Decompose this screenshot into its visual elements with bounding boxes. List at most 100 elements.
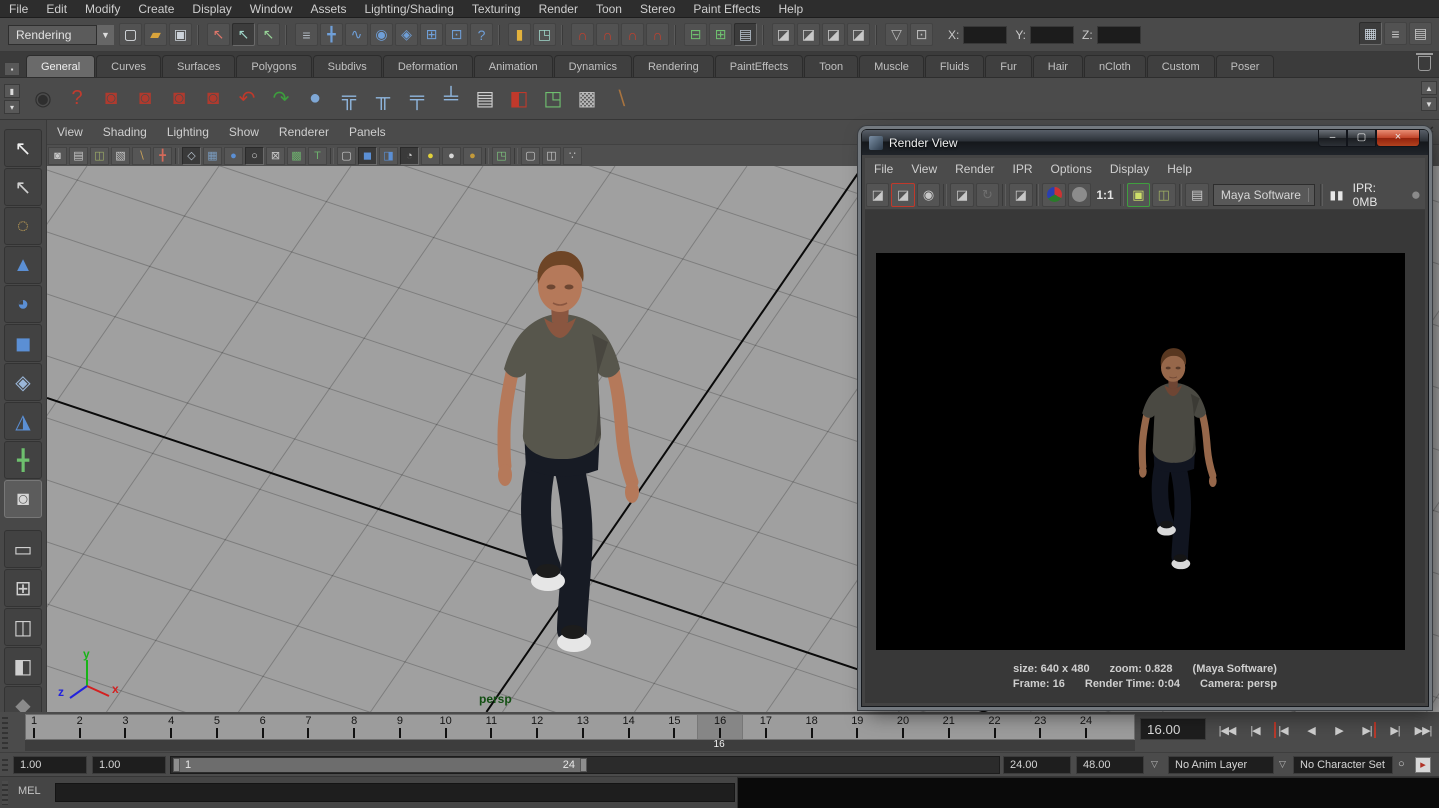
step-forward-key-button[interactable]: ▶| [1382, 717, 1408, 743]
unparent-icon[interactable]: ╧ [435, 83, 467, 115]
render-region-icon[interactable]: ◪ [1009, 183, 1032, 207]
ungroup-icon[interactable]: ╥ [367, 83, 399, 115]
shelf-tab-surfaces[interactable]: Surfaces [162, 55, 235, 77]
refresh-ipr-icon[interactable]: ↻ [976, 183, 999, 207]
menu-display[interactable]: Display [183, 0, 240, 18]
render-menu-file[interactable]: File [865, 160, 902, 178]
command-input[interactable] [55, 783, 735, 802]
playback-range-bar[interactable]: 1 24 [173, 758, 587, 772]
light-gold-icon[interactable]: ● [463, 147, 482, 165]
shelf-tab-muscle[interactable]: Muscle [859, 55, 924, 77]
lasso-tool-icon[interactable]: ↖ [4, 168, 42, 206]
outliner-persp-layout-icon[interactable]: ◫ [4, 608, 42, 646]
hypergraph-persp-layout-icon[interactable]: ◧ [4, 647, 42, 685]
shaded-sphere-icon[interactable]: ● [224, 147, 243, 165]
shadows-icon[interactable]: ◔ [400, 147, 419, 165]
snap-to-projected-center-icon[interactable]: ◈ [395, 23, 418, 46]
range-end-handle[interactable] [580, 758, 587, 772]
range-track[interactable]: 1 24 [170, 756, 1000, 774]
light-white-icon[interactable]: ● [442, 147, 461, 165]
animation-start-input[interactable] [13, 756, 87, 774]
share-nodes-icon[interactable]: ∵ [563, 147, 582, 165]
paint-brush-icon[interactable]: ∖ [605, 83, 637, 115]
render-menu-render[interactable]: Render [946, 160, 1003, 178]
render-menu-ipr[interactable]: IPR [1004, 160, 1042, 178]
panel-menu-panels[interactable]: Panels [339, 123, 396, 141]
lighting-all-icon[interactable]: ◨ [379, 147, 398, 165]
shelf-scroll-up-icon[interactable]: ▲ [1421, 81, 1437, 95]
play-backwards-button[interactable]: ◀ [1298, 717, 1324, 743]
menu-render[interactable]: Render [530, 0, 587, 18]
shelf-tab-animation[interactable]: Animation [474, 55, 553, 77]
pane-toggle-icon[interactable]: ◫ [542, 147, 561, 165]
shelf-scroll-down-icon[interactable]: ▼ [1421, 97, 1437, 111]
show-manipulator-icon[interactable]: ╋ [4, 441, 42, 479]
snap-magnet-curve-icon[interactable]: ∩ [596, 23, 619, 46]
isolate-select-icon[interactable]: ◳ [492, 147, 511, 165]
display-render-settings-icon[interactable]: ◪ [847, 23, 870, 46]
new-scene-icon[interactable]: ▢ [119, 23, 142, 46]
universal-manipulator-icon[interactable]: ◈ [4, 363, 42, 401]
shelf-trash-icon[interactable] [1418, 56, 1431, 71]
open-scene-icon[interactable]: ▰ [144, 23, 167, 46]
playback-end-input[interactable] [1003, 756, 1071, 774]
group-icon[interactable]: ╦ [333, 83, 365, 115]
maximize-button[interactable]: ▢ [1347, 130, 1376, 147]
panel-menu-show[interactable]: Show [219, 123, 269, 141]
shelf-tab-polygons[interactable]: Polygons [236, 55, 311, 77]
go-to-start-button[interactable]: |◀◀ [1214, 717, 1240, 743]
menu-window[interactable]: Window [241, 0, 302, 18]
auto-keyframe-icon[interactable]: ▸ [1415, 757, 1431, 773]
minimize-button[interactable]: – [1318, 130, 1347, 147]
playback-start-input[interactable] [92, 756, 166, 774]
command-language-label[interactable]: MEL [18, 785, 41, 797]
menu-stereo[interactable]: Stereo [631, 0, 684, 18]
shelf-menu-icon[interactable]: ▪ [4, 62, 20, 76]
timeline-grip[interactable] [2, 714, 8, 750]
ipr-render-icon[interactable]: ◪ [822, 23, 845, 46]
paint-selection-tool-icon[interactable]: ◌ [4, 207, 42, 245]
y-input[interactable] [1030, 26, 1074, 44]
rotate-tool-icon[interactable]: ◕ [4, 285, 42, 323]
select-hierarchy-mode-icon[interactable]: ↖ [207, 23, 230, 46]
camera-dolly-icon[interactable]: ◙ [163, 83, 195, 115]
menu-help[interactable]: Help [770, 0, 813, 18]
lighting-default-icon[interactable]: ◼ [358, 147, 377, 165]
move-tool-icon[interactable]: ▲ [4, 246, 42, 284]
redo-previous-render-icon[interactable]: ◪ [891, 183, 914, 207]
parent-icon[interactable]: ╤ [401, 83, 433, 115]
light-yellow-icon[interactable]: ● [421, 147, 440, 165]
stop-ipr-icon[interactable]: ● [1411, 185, 1421, 205]
bookmarks-icon[interactable]: ◫ [90, 147, 109, 165]
select-by-name-icon[interactable]: ⊡ [910, 23, 933, 46]
menu-edit[interactable]: Edit [37, 0, 76, 18]
xray-icon[interactable]: ⊠ [266, 147, 285, 165]
snapshot-icon[interactable]: ◉ [917, 183, 940, 207]
z-input[interactable] [1097, 26, 1141, 44]
construction-history-icon[interactable]: ▤ [734, 23, 757, 46]
render-current-frame-icon[interactable]: ◪ [797, 23, 820, 46]
snap-filter-icon[interactable]: ≡ [295, 23, 318, 46]
shelf-tab-rendering[interactable]: Rendering [633, 55, 714, 77]
play-forwards-button[interactable]: ▶ [1326, 717, 1352, 743]
menu-assets[interactable]: Assets [301, 0, 355, 18]
render-menu-display[interactable]: Display [1101, 160, 1158, 178]
snap-to-grids-icon[interactable]: ⊞ [420, 23, 443, 46]
select-object-mode-icon[interactable]: ↖ [232, 23, 255, 46]
open-render-view-icon[interactable]: ◪ [772, 23, 795, 46]
range-start-handle[interactable] [173, 758, 180, 772]
snap-to-curves-icon[interactable]: ∿ [345, 23, 368, 46]
snap-help-icon[interactable]: ? [470, 23, 493, 46]
shelf-tab-hair[interactable]: Hair [1033, 55, 1083, 77]
camera-track-icon[interactable]: ◙ [197, 83, 229, 115]
animation-end-input[interactable] [1076, 756, 1144, 774]
shelf-tab-painteffects[interactable]: PaintEffects [715, 55, 804, 77]
image-plane-icon[interactable]: ▧ [111, 147, 130, 165]
lighting-none-icon[interactable]: ▢ [337, 147, 356, 165]
command-grip[interactable] [2, 781, 8, 805]
shelf-item-icon[interactable]: ▮ [4, 84, 20, 98]
menu-toon[interactable]: Toon [587, 0, 631, 18]
grease-pencil-icon[interactable]: ∖ [132, 147, 151, 165]
open-render-settings-icon[interactable]: ▤ [1185, 183, 1208, 207]
combine-cubes-icon[interactable]: ▩ [571, 83, 603, 115]
